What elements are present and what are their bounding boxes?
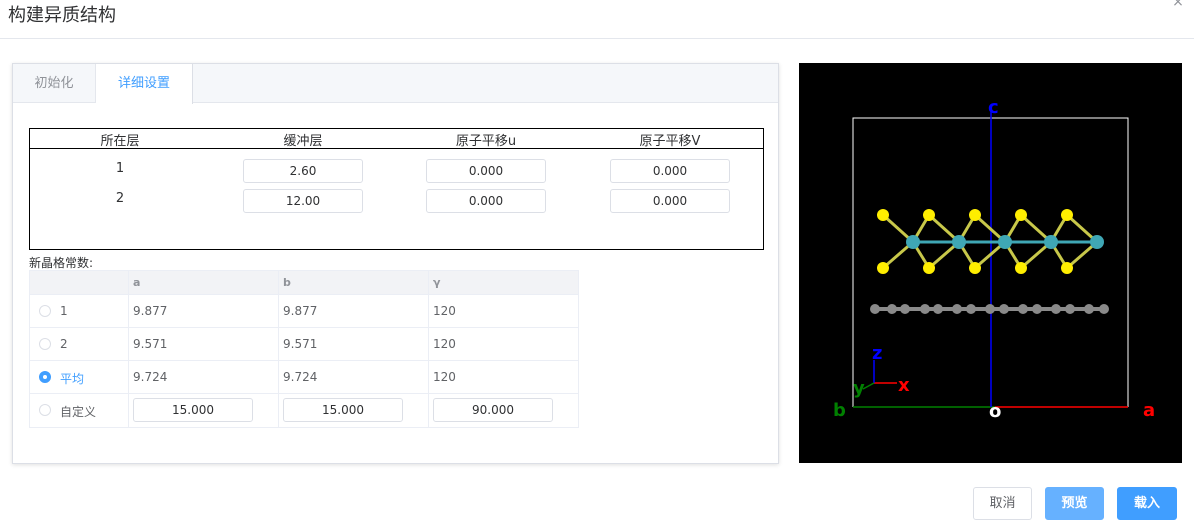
cancel-button[interactable]: 取消 <box>973 487 1032 520</box>
lattice-table: a b γ 1 9.877 9.877 120 2 9.571 9.571 12… <box>29 270 579 428</box>
lattice-label: 新晶格常数: <box>29 256 94 270</box>
radio-label[interactable]: 2 <box>60 337 68 351</box>
header-a: a <box>133 276 141 289</box>
lattice-table-header: a b γ <box>30 271 578 295</box>
shift-u-input[interactable] <box>426 159 546 183</box>
table-row: 自定义 <box>30 394 578 427</box>
structure-canvas[interactable]: x y z c a b o <box>799 63 1182 463</box>
table-row: 2 9.571 9.571 120 <box>30 328 578 361</box>
load-button[interactable]: 载入 <box>1117 487 1177 520</box>
custom-b-input[interactable] <box>283 398 403 422</box>
a-axis-label: a <box>1143 400 1155 421</box>
header-buffer: 缓冲层 <box>283 134 323 149</box>
title-divider <box>0 38 1194 39</box>
dialog-title: 构建异质结构 <box>8 5 116 26</box>
header-shift-v: 原子平移V <box>639 134 701 149</box>
lattice-b: 9.877 <box>283 304 318 318</box>
buffer-input[interactable] <box>243 189 363 213</box>
radio-label[interactable]: 自定义 <box>60 403 96 420</box>
header-gamma: γ <box>433 276 441 289</box>
radio-option-2[interactable] <box>39 338 51 350</box>
table-row: 平均 9.724 9.724 120 <box>30 361 578 394</box>
shift-u-input[interactable] <box>426 189 546 213</box>
tab-detail-settings[interactable]: 详细设置 <box>96 64 193 104</box>
layer-table: 所在层 缓冲层 原子平移u 原子平移V 1 2 <box>29 128 764 250</box>
c-axis-label: c <box>988 97 999 118</box>
lattice-b: 9.724 <box>283 370 318 384</box>
tabs-bar: 初始化 详细设置 <box>13 64 778 104</box>
carbon-atoms <box>870 304 1109 314</box>
layer-index: 2 <box>115 191 125 206</box>
header-shift-u: 原子平移u <box>455 134 517 149</box>
radio-option-1[interactable] <box>39 305 51 317</box>
radio-option-average[interactable] <box>39 371 51 383</box>
lattice-gamma: 120 <box>433 370 456 384</box>
header-b: b <box>283 276 291 289</box>
close-icon[interactable]: × <box>1170 0 1186 10</box>
layer-table-header: 所在层 缓冲层 原子平移u 原子平移V <box>30 129 763 149</box>
tab-initialize[interactable]: 初始化 <box>13 64 96 103</box>
custom-a-input[interactable] <box>133 398 253 422</box>
lattice-a: 9.724 <box>133 370 168 384</box>
lattice-gamma: 120 <box>433 304 456 318</box>
table-row: 1 9.877 9.877 120 <box>30 295 578 328</box>
lattice-b: 9.571 <box>283 337 318 351</box>
origin-label: o <box>989 401 1001 422</box>
lattice-a: 9.571 <box>133 337 168 351</box>
custom-gamma-input[interactable] <box>433 398 553 422</box>
lattice-gamma: 120 <box>433 337 456 351</box>
header-layer: 所在层 <box>100 134 140 149</box>
structure-viewer[interactable]: x y z c a b o <box>799 63 1182 463</box>
settings-panel: 初始化 详细设置 所在层 缓冲层 原子平移u 原子平移V 1 2 新晶格常数: <box>12 63 779 464</box>
lattice-a: 9.877 <box>133 304 168 318</box>
gizmo-z-label: z <box>872 343 882 364</box>
radio-option-custom[interactable] <box>39 404 51 416</box>
layer-index: 1 <box>115 161 125 176</box>
radio-label[interactable]: 平均 <box>60 370 84 387</box>
shift-v-input[interactable] <box>610 159 730 183</box>
b-axis-label: b <box>833 400 846 421</box>
gizmo-y-label: y <box>853 378 865 399</box>
shift-v-input[interactable] <box>610 189 730 213</box>
preview-button[interactable]: 预览 <box>1045 487 1104 520</box>
gizmo-x-label: x <box>898 375 910 396</box>
radio-label[interactable]: 1 <box>60 304 68 318</box>
buffer-input[interactable] <box>243 159 363 183</box>
